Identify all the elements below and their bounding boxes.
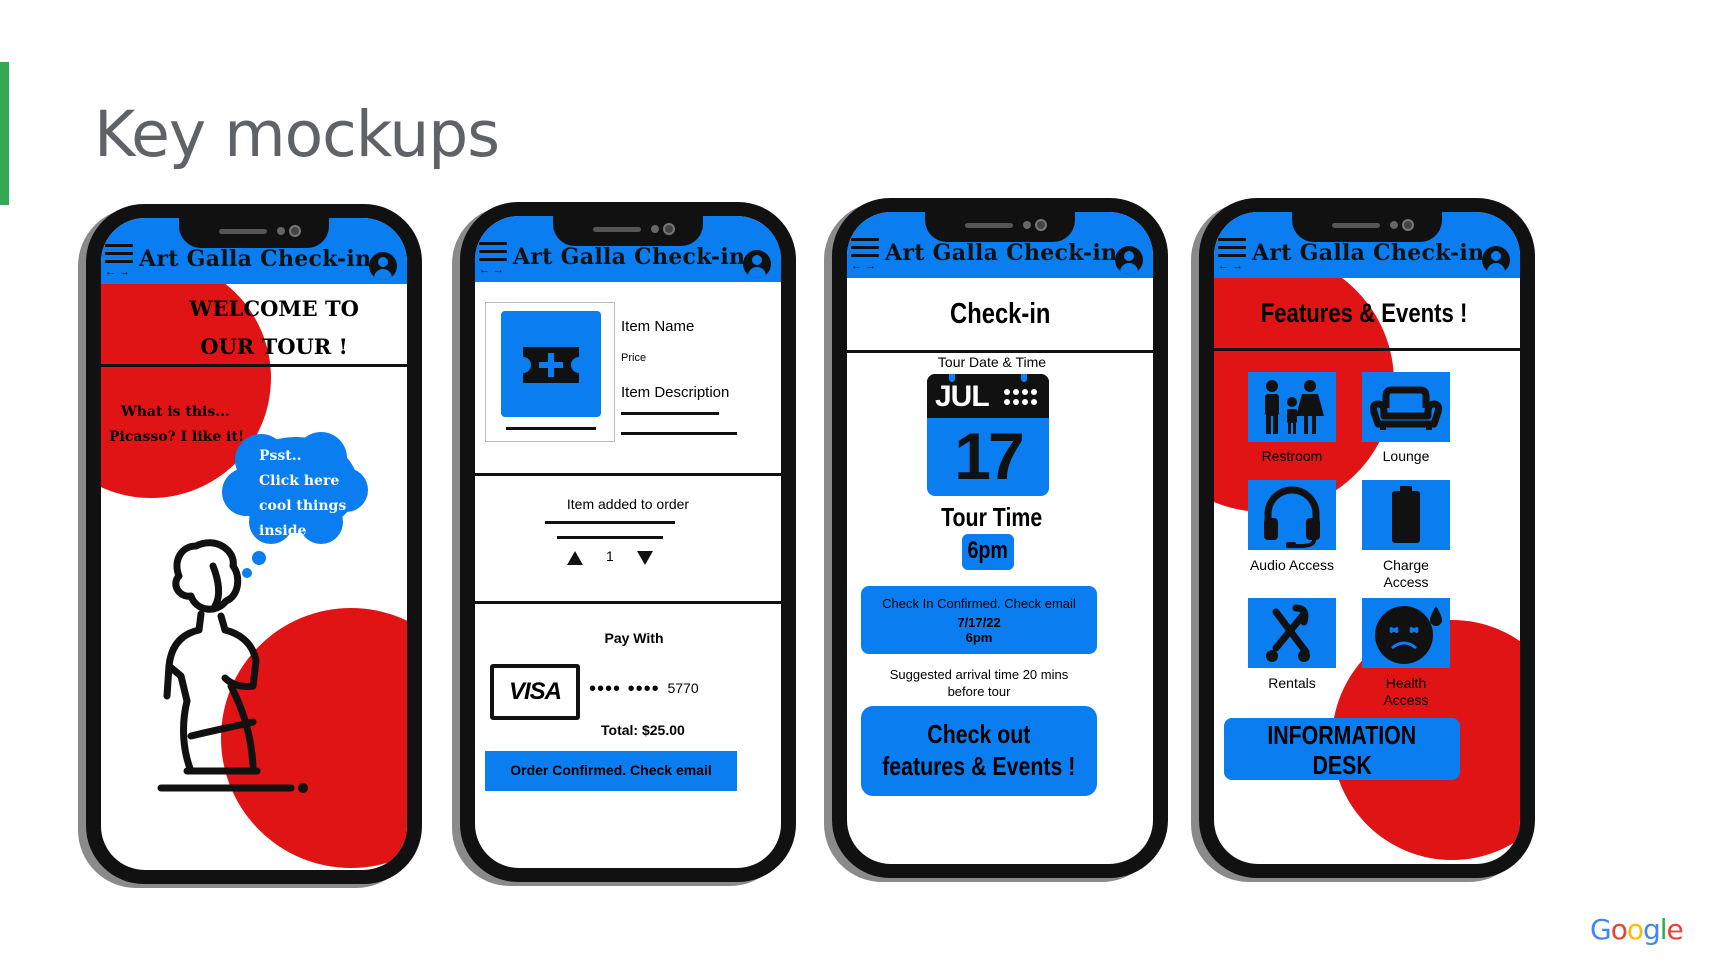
- family-restroom-icon: [1265, 380, 1324, 434]
- nav-arrows-icon[interactable]: ← →: [105, 266, 130, 278]
- hamburger-icon[interactable]: [479, 242, 507, 264]
- charge-access-label: Charge Access: [1383, 557, 1429, 590]
- checkin-heading: Check-in: [949, 298, 1051, 330]
- arrival-suggestion: Suggested arrival time 20 mins before to…: [889, 667, 1069, 699]
- calendar-icon: JUL 17: [927, 374, 1049, 496]
- hamburger-icon[interactable]: [1218, 238, 1246, 260]
- nav-arrows-icon[interactable]: ← →: [851, 260, 876, 272]
- app-title: Art Galla Check-in: [513, 244, 746, 270]
- phone-mockup-checkin: ← → Art Galla Check-in Check-in Tour Dat…: [824, 198, 1168, 882]
- audio-access-tile[interactable]: [1248, 480, 1336, 550]
- order-confirmed-button[interactable]: Order Confirmed. Check email: [485, 751, 737, 791]
- lounge-tile[interactable]: [1362, 372, 1450, 442]
- phone-mockup-welcome: ← → Art Galla Check-in WELCOME TO OUR TO…: [78, 204, 422, 888]
- item-name: Item Name: [621, 318, 695, 335]
- stroller-icon: [1266, 604, 1310, 662]
- check-out-features-button[interactable]: Check out features & Events !: [861, 706, 1097, 796]
- headset-icon: [1264, 486, 1320, 548]
- quantity-value: 1: [606, 548, 614, 564]
- health-access-label: Health Access: [1383, 675, 1429, 708]
- audio-access-label: Audio Access: [1249, 557, 1335, 573]
- calendar-month: JUL: [935, 380, 990, 413]
- quantity-stepper[interactable]: 1: [567, 548, 687, 568]
- app-title: Art Galla Check-in: [139, 246, 372, 272]
- app-title: Art Galla Check-in: [885, 240, 1118, 266]
- google-logo: Google: [1590, 913, 1684, 946]
- decrease-icon[interactable]: [637, 551, 653, 565]
- account-circle-icon[interactable]: [1115, 246, 1143, 274]
- item-price: Price: [621, 352, 647, 364]
- account-circle-icon[interactable]: [1482, 246, 1510, 274]
- phone-screen: ← → Art Galla Check-in Item Name Price I…: [475, 216, 781, 868]
- nav-arrows-icon[interactable]: ← →: [1218, 260, 1243, 272]
- features-heading: Features & Events !: [1260, 298, 1468, 328]
- battery-icon: [1392, 486, 1420, 543]
- item-description: Item Description: [621, 384, 730, 401]
- added-to-order-text: Item added to order: [566, 496, 690, 512]
- slide-title: Key mockups: [94, 98, 500, 171]
- thought-bubble[interactable]: Psst.. Click here cool things inside: [221, 430, 371, 578]
- pay-with-label: Pay With: [604, 630, 664, 646]
- phone-screen: ← → Art Galla Check-in WELCOME TO OUR TO…: [101, 218, 407, 870]
- charge-access-tile[interactable]: [1362, 480, 1450, 550]
- sofa-icon: [1370, 386, 1442, 430]
- checkin-confirmed-banner: Check In Confirmed. Check email 7/17/22 …: [861, 586, 1097, 654]
- lounge-label: Lounge: [1382, 448, 1430, 464]
- hamburger-icon[interactable]: [851, 238, 879, 260]
- visa-card-icon[interactable]: VISA: [490, 664, 580, 720]
- tour-time-value: 6pm: [962, 534, 1014, 570]
- restroom-tile[interactable]: [1248, 372, 1336, 442]
- item-image-frame[interactable]: [485, 302, 615, 442]
- accent-bar: [0, 62, 9, 205]
- ticket-icon: [501, 311, 601, 417]
- app-title: Art Galla Check-in: [1252, 240, 1485, 266]
- statue-illustration: [157, 539, 308, 793]
- phone-screen: ← → Art Galla Check-in Check-in Tour Dat…: [847, 212, 1153, 864]
- rentals-tile[interactable]: [1248, 598, 1336, 668]
- nav-arrows-icon[interactable]: ← →: [479, 264, 504, 276]
- account-circle-icon[interactable]: [369, 252, 397, 280]
- phone-screen: ← → Art Galla Check-in Features & Events…: [1214, 212, 1520, 864]
- phone-mockup-order: ← → Art Galla Check-in Item Name Price I…: [452, 202, 796, 886]
- increase-icon[interactable]: [567, 551, 583, 565]
- tour-time-label: Tour Time: [941, 502, 1043, 532]
- order-total: Total: $25.00: [601, 722, 685, 738]
- phone-mockup-features: ← → Art Galla Check-in Features & Events…: [1191, 198, 1535, 882]
- information-desk-button[interactable]: INFORMATION DESK: [1224, 718, 1460, 780]
- card-number: •••• •••• 5770: [589, 678, 699, 700]
- rentals-label: Rentals: [1268, 675, 1316, 691]
- sick-face-icon: [1375, 606, 1442, 664]
- hamburger-icon[interactable]: [105, 244, 133, 266]
- calendar-day: 17: [954, 419, 1024, 493]
- date-time-label: Tour Date & Time: [937, 354, 1047, 370]
- health-access-tile[interactable]: [1362, 598, 1450, 668]
- account-circle-icon[interactable]: [743, 250, 771, 278]
- welcome-heading: WELCOME TO OUR TOUR !: [189, 296, 359, 359]
- restroom-label: Restroom: [1261, 448, 1323, 464]
